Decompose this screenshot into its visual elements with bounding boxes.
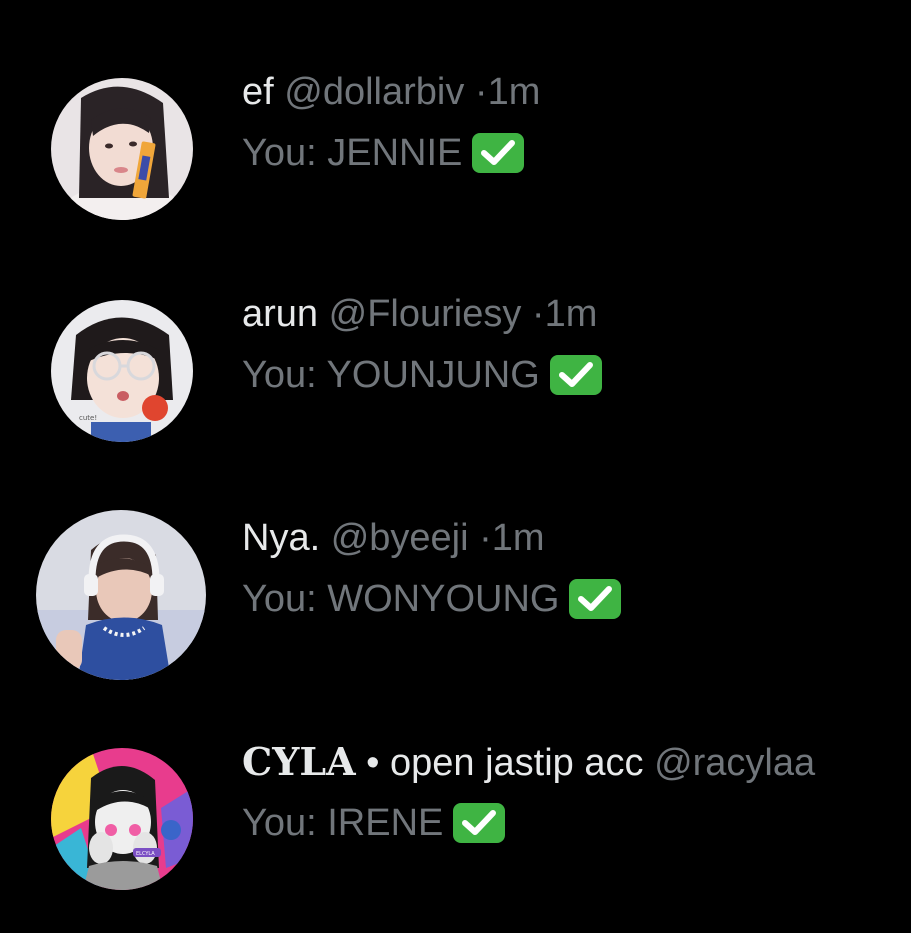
conversation-row[interactable]: Nya. @byeeji ·1m You: WONYOUNG xyxy=(0,510,911,680)
display-name-suffix: • open jastip acc xyxy=(366,742,644,784)
user-handle: @Flouriesy xyxy=(328,293,522,335)
user-handle: @byeeji xyxy=(330,517,469,559)
check-mark-button-icon xyxy=(567,577,622,621)
separator-dot: · xyxy=(531,293,545,335)
timestamp: 1m xyxy=(544,293,598,335)
avatar-photo-icon xyxy=(51,78,193,220)
conversation-row[interactable]: ef @dollarbiv ·1m You: JENNIE xyxy=(0,70,911,230)
dm-conversation-list: ef @dollarbiv ·1m You: JENNIE cute! arun… xyxy=(0,0,911,933)
timestamp: 1m xyxy=(491,517,545,559)
user-handle: @racylaa xyxy=(654,742,816,784)
display-name: arun xyxy=(242,293,319,335)
preview-text: You: WONYOUNG xyxy=(242,578,560,620)
message-preview: You: IRENE xyxy=(242,801,506,845)
conversation-row[interactable]: ELCYLA CYLA • open jastip acc @racylaa Y… xyxy=(0,740,911,900)
avatar[interactable] xyxy=(51,78,193,220)
avatar-photo-icon: cute! xyxy=(51,300,193,442)
preview-text: You: YOUNJUNG xyxy=(242,354,540,396)
conversation-header: ef @dollarbiv ·1m xyxy=(242,70,540,114)
check-mark-button-icon xyxy=(451,801,506,845)
conversation-row[interactable]: cute! arun @Flouriesy ·1m You: YOUNJUNG xyxy=(0,292,911,452)
svg-text:ELCYLA: ELCYLA xyxy=(136,851,155,857)
avatar-photo-icon xyxy=(36,510,206,680)
user-handle: @dollarbiv xyxy=(284,71,465,113)
message-preview: You: YOUNJUNG xyxy=(242,353,602,397)
timestamp: 1m xyxy=(487,71,541,113)
avatar[interactable]: cute! xyxy=(51,300,193,442)
display-name: ef xyxy=(242,71,274,113)
preview-text: You: IRENE xyxy=(242,802,444,844)
message-preview: You: JENNIE xyxy=(242,131,525,175)
preview-text: You: JENNIE xyxy=(242,132,463,174)
separator-dot: · xyxy=(479,517,492,559)
avatar[interactable] xyxy=(36,510,206,680)
svg-text:cute!: cute! xyxy=(79,414,97,422)
conversation-header: Nya. @byeeji ·1m xyxy=(242,516,545,560)
separator-dot: · xyxy=(474,71,488,113)
avatar-photo-icon: ELCYLA xyxy=(51,748,193,890)
avatar[interactable]: ELCYLA xyxy=(51,748,193,890)
check-mark-button-icon xyxy=(470,131,525,175)
message-preview: You: WONYOUNG xyxy=(242,577,622,621)
display-name-styled: CYLA xyxy=(242,739,356,784)
display-name: Nya. xyxy=(242,517,321,559)
check-mark-button-icon xyxy=(548,353,602,397)
conversation-header: arun @Flouriesy ·1m xyxy=(242,292,597,336)
conversation-header: CYLA • open jastip acc @racylaa xyxy=(242,740,815,785)
